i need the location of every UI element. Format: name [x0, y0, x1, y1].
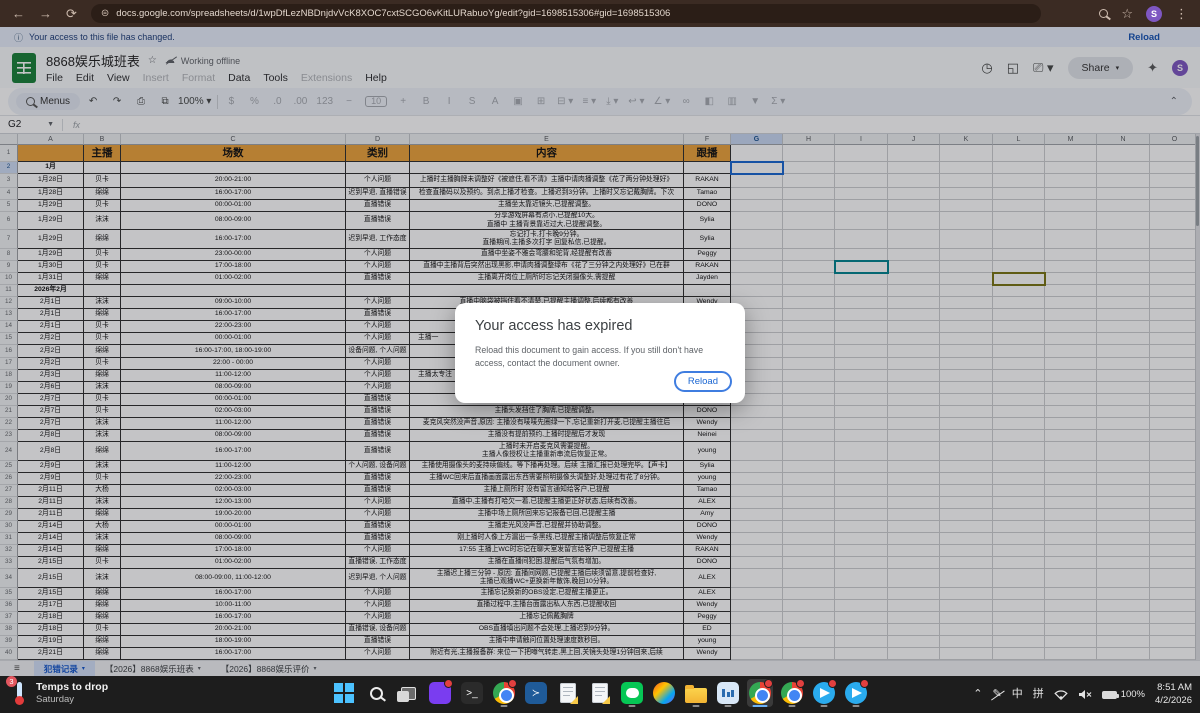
site-settings-icon[interactable]: ⊜: [101, 8, 109, 19]
chrome-active-icon[interactable]: [747, 679, 773, 707]
zoom-icon[interactable]: [1099, 9, 1108, 18]
ime-language-indicator[interactable]: 中: [1012, 689, 1023, 700]
reload-icon[interactable]: ⟳: [66, 7, 77, 20]
document-app-icon-2[interactable]: [587, 679, 613, 707]
telegram-icon-2[interactable]: [843, 679, 869, 707]
open-app-indicator: [501, 705, 508, 708]
notification-badge: [828, 679, 837, 688]
folder-glyph-icon: [685, 688, 707, 703]
weather-headline: Temps to drop: [36, 681, 108, 694]
open-app-indicator: [821, 705, 828, 708]
terminal-icon-glyph: >_: [461, 682, 483, 704]
browser-menu-icon[interactable]: ⋮: [1175, 7, 1188, 20]
document-glyph-icon: [560, 683, 576, 703]
wifi-icon[interactable]: [1054, 689, 1068, 700]
notification-badge: [860, 679, 869, 688]
access-expired-dialog: Your access has expired Reload this docu…: [455, 303, 745, 403]
notification-badge: [508, 679, 517, 688]
weather-subtitle: Saturday: [36, 694, 108, 705]
chrome-icon-2[interactable]: [779, 679, 805, 707]
ime-mode-indicator[interactable]: 拼: [1033, 689, 1044, 700]
dialog-title: Your access has expired: [475, 318, 725, 334]
weather-badge: 3: [6, 676, 17, 687]
task-view-glyph: [401, 687, 416, 700]
search-glass-icon: [370, 687, 383, 700]
bookmark-star-icon[interactable]: ☆: [1121, 7, 1133, 20]
document-app-icon[interactable]: [555, 679, 581, 707]
document-glyph-icon: [592, 683, 608, 703]
open-app-indicator: [789, 705, 796, 708]
telegram-icon[interactable]: [811, 679, 837, 707]
line-app-icon[interactable]: [619, 679, 645, 707]
copilot-logo-icon: [653, 682, 675, 704]
windows-taskbar: 3 Temps to drop Saturday >_ ≻ ⌃ ✎ 中 拼 100…: [0, 676, 1200, 713]
stats-app-icon[interactable]: [715, 679, 741, 707]
terminal-icon[interactable]: >_: [459, 679, 485, 707]
notification-badge: [764, 679, 773, 688]
chrome-icon[interactable]: [491, 679, 517, 707]
open-app-indicator: [693, 705, 700, 708]
powershell-icon[interactable]: ≻: [523, 679, 549, 707]
notification-badge: [796, 679, 805, 688]
address-bar[interactable]: ⊜ docs.google.com/spreadsheets/d/1wpDfLe…: [91, 4, 1041, 23]
open-app-indicator: [629, 705, 636, 708]
browser-profile-avatar[interactable]: S: [1146, 6, 1162, 22]
search-button[interactable]: [363, 679, 389, 707]
task-view-button[interactable]: [395, 679, 421, 707]
battery-icon: [1102, 691, 1117, 699]
pen-disabled-icon[interactable]: ✎: [992, 689, 1001, 700]
weather-widget[interactable]: 3 Temps to drop Saturday: [10, 680, 108, 706]
copilot-icon[interactable]: [651, 679, 677, 707]
file-explorer-icon[interactable]: [683, 679, 709, 707]
dialog-reload-button[interactable]: Reload: [674, 371, 732, 392]
battery-indicator[interactable]: 100%: [1102, 689, 1145, 700]
start-button[interactable]: [331, 679, 357, 707]
powershell-icon-glyph: ≻: [525, 682, 547, 704]
open-app-indicator: [725, 705, 732, 708]
browser-toolbar: ← → ⟳ ⊜ docs.google.com/spreadsheets/d/1…: [0, 0, 1200, 27]
thermometer-icon: 3: [10, 680, 28, 706]
windows-logo-icon: [334, 683, 354, 703]
notification-badge: [444, 679, 453, 688]
tray-chevron-icon[interactable]: ⌃: [973, 689, 982, 700]
taskbar-clock[interactable]: 8:51 AM 4/2/2026: [1155, 682, 1192, 707]
open-app-indicator: [753, 705, 768, 708]
stats-glyph-icon: [717, 682, 739, 704]
purple-app-icon[interactable]: [427, 679, 453, 707]
volume-muted-icon[interactable]: [1078, 689, 1092, 700]
url-text: docs.google.com/spreadsheets/d/1wpDfLezN…: [116, 8, 670, 19]
system-tray: ⌃ ✎ 中 拼 100% 8:51 AM 4/2/2026: [973, 676, 1192, 713]
page-content: ⓘ Your access to this file has changed. …: [0, 27, 1200, 676]
dialog-body: Reload this document to gain access. If …: [475, 344, 725, 370]
back-icon[interactable]: ←: [12, 7, 25, 20]
forward-icon[interactable]: →: [39, 7, 52, 20]
line-logo-icon: [621, 682, 643, 704]
open-app-indicator: [853, 705, 860, 708]
